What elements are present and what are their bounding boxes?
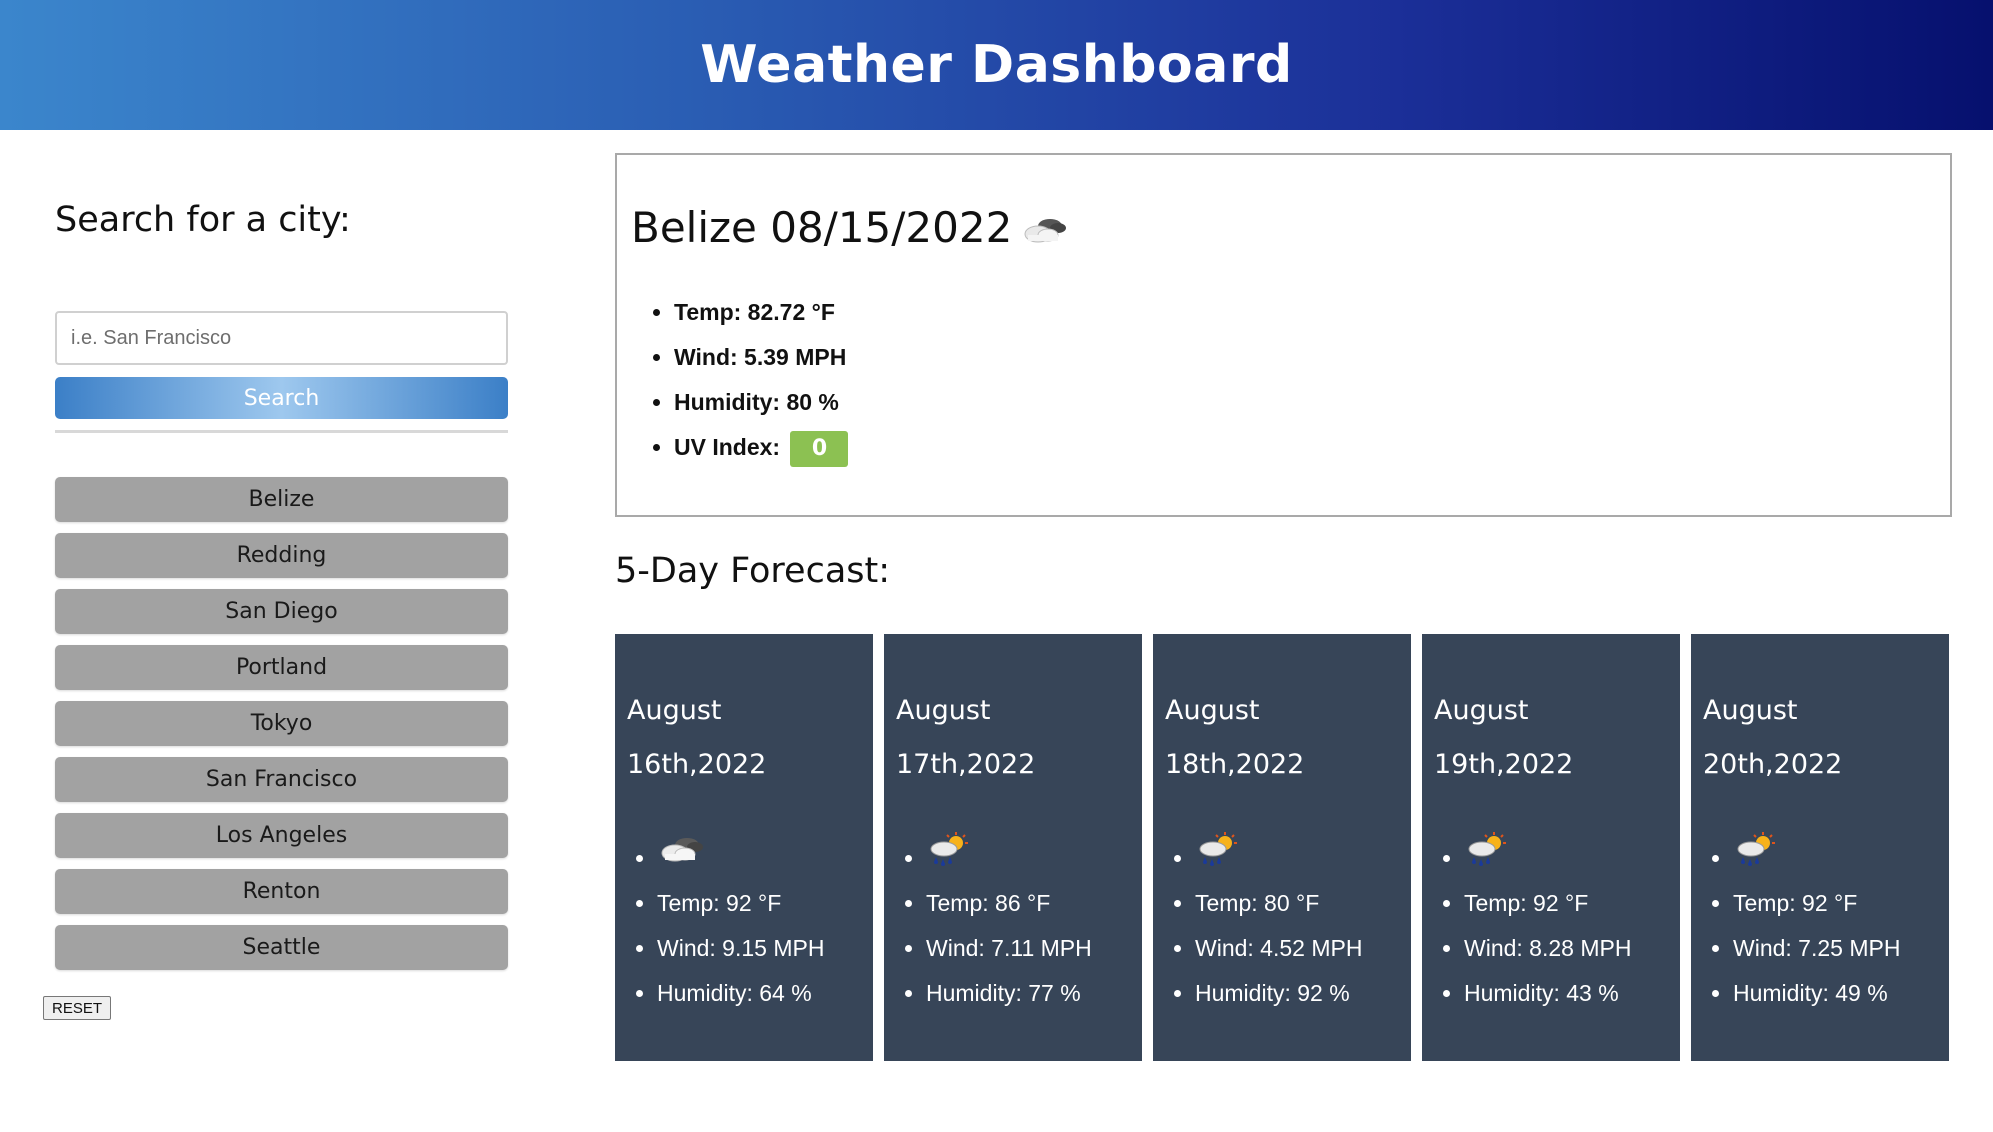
page-header: Weather Dashboard: [0, 0, 1993, 130]
history-city-button[interactable]: Redding: [55, 533, 508, 578]
current-humidity: Humidity: 80 %: [674, 380, 848, 425]
forecast-icon-item: [657, 836, 824, 881]
forecast-details: Temp: 92 °F Wind: 8.28 MPH Humidity: 43 …: [1434, 831, 1631, 1016]
city-search-input[interactable]: [55, 311, 508, 365]
forecast-wind: Wind: 7.25 MPH: [1733, 926, 1900, 971]
forecast-date: August 16th,2022: [627, 695, 767, 780]
forecast-card: August 17th,2022 • • Temp: 86 °F • Wind:…: [884, 634, 1142, 1061]
rain-sun-icon: [1195, 831, 1239, 871]
search-button[interactable]: Search: [55, 377, 508, 419]
forecast-icon-item: [1733, 831, 1900, 881]
forecast-humidity: Humidity: 49 %: [1733, 971, 1900, 1016]
search-heading: Search for a city:: [55, 200, 351, 240]
forecast-cards: August 16th,2022 Temp: 92 °F Wind: 9.15 …: [615, 634, 1952, 1061]
cloudy-icon: [1020, 203, 1068, 252]
forecast-date: August 19th,2022: [1434, 695, 1574, 780]
forecast-card: August 18th,2022 • • Temp: 80 °F • Wind:…: [1153, 634, 1411, 1061]
forecast-temp: Temp: 80 °F: [1195, 881, 1362, 926]
forecast-temp: Temp: 86 °F: [926, 881, 1092, 926]
forecast-icon-item: [926, 831, 1092, 881]
rain-sun-icon: [926, 831, 970, 871]
rain-sun-icon: [1464, 831, 1508, 871]
forecast-humidity: Humidity: 92 %: [1195, 971, 1362, 1016]
forecast-temp: Temp: 92 °F: [657, 881, 824, 926]
current-uv-index: UV Index: 0: [674, 425, 849, 470]
forecast-details: Temp: 80 °F Wind: 4.52 MPH Humidity: 92 …: [1165, 831, 1362, 1016]
forecast-details: Temp: 86 °F Wind: 7.11 MPH Humidity: 77 …: [896, 831, 1092, 1016]
forecast-date: August 20th,2022: [1703, 695, 1843, 780]
history-city-button[interactable]: Renton: [55, 869, 508, 914]
forecast-humidity: Humidity: 64 %: [657, 971, 824, 1016]
forecast-humidity: Humidity: 77 %: [926, 971, 1092, 1016]
history-city-button[interactable]: Seattle: [55, 925, 508, 970]
forecast-humidity: Humidity: 43 %: [1464, 971, 1631, 1016]
search-sidebar: Search for a city: Search Belize Redding…: [0, 130, 560, 1132]
forecast-date: August 17th,2022: [896, 695, 1036, 780]
cloudy-icon: [657, 837, 705, 871]
forecast-wind: Wind: 8.28 MPH: [1464, 926, 1631, 971]
history-city-button[interactable]: Belize: [55, 477, 508, 522]
history-city-button[interactable]: San Francisco: [55, 757, 508, 802]
uv-index-label: UV Index:: [674, 434, 781, 460]
forecast-wind: Wind: 9.15 MPH: [657, 926, 824, 971]
forecast-heading: 5-Day Forecast:: [615, 551, 891, 591]
history-city-button[interactable]: Portland: [55, 645, 508, 690]
forecast-details: Temp: 92 °F Wind: 9.15 MPH Humidity: 64 …: [627, 836, 824, 1016]
reset-button[interactable]: RESET: [43, 996, 112, 1020]
current-wind: Wind: 5.39 MPH: [674, 335, 848, 380]
current-weather-title: Belize 08/15/2022: [631, 203, 1068, 252]
search-history-list: Belize Redding San Diego Portland Tokyo …: [55, 477, 508, 970]
rain-sun-icon: [1733, 831, 1777, 871]
current-temp: Temp: 82.72 °F: [674, 290, 848, 335]
forecast-details: Temp: 92 °F Wind: 7.25 MPH Humidity: 49 …: [1703, 831, 1900, 1016]
forecast-wind: Wind: 7.11 MPH: [926, 926, 1092, 971]
forecast-temp: Temp: 92 °F: [1733, 881, 1900, 926]
forecast-temp: Temp: 92 °F: [1464, 881, 1631, 926]
sidebar-divider: [55, 430, 508, 433]
history-city-button[interactable]: Tokyo: [55, 701, 508, 746]
history-city-button[interactable]: Los Angeles: [55, 813, 508, 858]
page-title: Weather Dashboard: [700, 35, 1293, 95]
uv-index-badge: 0: [790, 430, 849, 467]
current-weather-details: Temp: 82.72 °F Wind: 5.39 MPH Humidity: …: [632, 290, 849, 470]
history-city-button[interactable]: San Diego: [55, 589, 508, 634]
current-weather-card: Belize 08/15/2022 Temp: 82.72 °F Wind: 5…: [615, 153, 1952, 517]
forecast-card: August 20th,2022 • • Temp: 92 °F • Wind:…: [1691, 634, 1949, 1061]
forecast-card: August 19th,2022 • • Temp: 92 °F • Wind:…: [1422, 634, 1680, 1061]
forecast-icon-item: [1464, 831, 1631, 881]
forecast-date: August 18th,2022: [1165, 695, 1305, 780]
forecast-card: August 16th,2022 Temp: 92 °F Wind: 9.15 …: [615, 634, 873, 1061]
current-city-date: Belize 08/15/2022: [631, 203, 1013, 252]
forecast-wind: Wind: 4.52 MPH: [1195, 926, 1362, 971]
forecast-icon-item: [1195, 831, 1362, 881]
